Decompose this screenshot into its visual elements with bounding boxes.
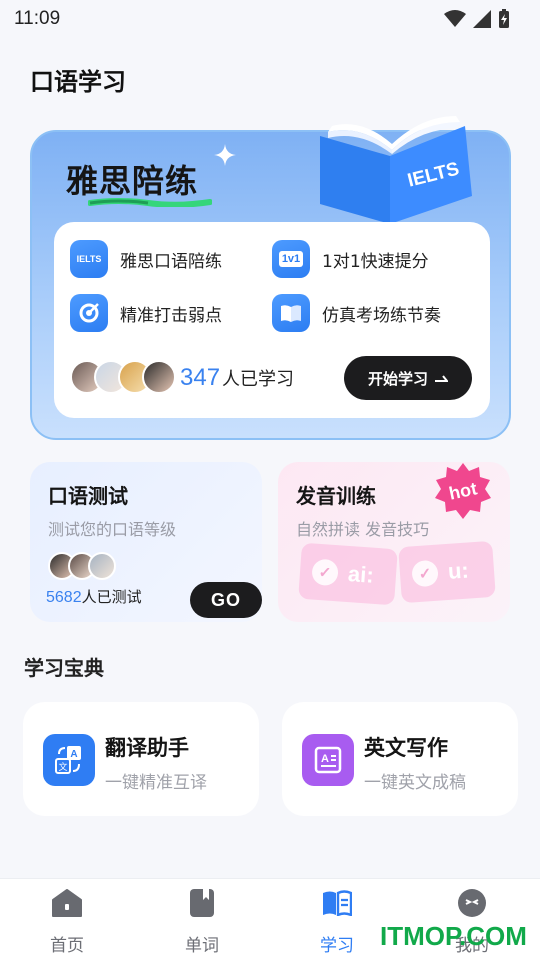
status-time: 11:09 bbox=[14, 8, 61, 29]
learned-text: 人已学习 bbox=[222, 369, 295, 390]
check-icon: ✓ bbox=[411, 559, 439, 588]
section-title: 学习宝典 bbox=[24, 656, 104, 680]
tool-title: 英文写作 bbox=[364, 736, 448, 760]
feature-label: 仿真考场练节奏 bbox=[322, 305, 441, 326]
nav-label: 学习 bbox=[320, 936, 354, 956]
feature-mock-exam: 仿真考场练节奏 bbox=[272, 294, 441, 332]
oral-test-subtitle: 测试您的口语等级 bbox=[48, 520, 177, 539]
sparkle-icon bbox=[214, 144, 236, 166]
ielts-icon: IELTS bbox=[70, 240, 108, 278]
nav-item-words[interactable]: 单词 bbox=[162, 887, 242, 956]
profile-icon bbox=[456, 887, 488, 919]
one-on-one-icon-text: 1v1 bbox=[278, 251, 304, 267]
wifi-icon bbox=[444, 10, 466, 27]
phoneme-label: u: bbox=[447, 557, 470, 584]
one-on-one-icon: 1v1 bbox=[272, 240, 310, 278]
hero-title: 雅思陪练 bbox=[66, 162, 199, 200]
phoneme-card: ✓ u: bbox=[398, 540, 496, 604]
phoneme-label: ai: bbox=[347, 561, 375, 588]
site-watermark: ITMOP.COM bbox=[380, 921, 527, 951]
ielts-book-illustration: IELTS bbox=[320, 116, 472, 224]
status-bar: 11:09 bbox=[0, 0, 540, 38]
start-learning-label: 开始学习 bbox=[367, 369, 428, 388]
signal-icon bbox=[473, 10, 491, 28]
arrow-icon bbox=[435, 375, 448, 382]
feature-one-on-one: 1v1 1对1快速提分 bbox=[272, 240, 429, 278]
feature-label: 1对1快速提分 bbox=[322, 251, 429, 272]
home-icon bbox=[51, 887, 83, 919]
translate-assistant-card[interactable]: A 文 翻译助手 一键精准互译 bbox=[23, 702, 259, 816]
feature-ielts-practice: IELTS 雅思口语陪练 bbox=[70, 240, 222, 278]
pronunciation-title: 发音训练 bbox=[296, 484, 376, 508]
phoneme-card: ✓ ai: bbox=[298, 542, 398, 606]
writing-icon: A bbox=[302, 734, 354, 786]
page-title: 口语学习 bbox=[30, 68, 126, 96]
svg-text:A: A bbox=[70, 749, 77, 760]
ielts-practice-card[interactable]: 雅思陪练 IELTS IELTS 雅思口语陪练 1v1 1对1快速提分 精准打击… bbox=[30, 116, 511, 440]
check-icon: ✓ bbox=[311, 558, 339, 587]
feature-label: 雅思口语陪练 bbox=[120, 251, 222, 272]
tested-text: 人已测试 bbox=[81, 588, 142, 606]
book-icon bbox=[272, 294, 310, 332]
svg-text:A: A bbox=[321, 753, 329, 765]
notebook-icon bbox=[186, 887, 218, 919]
status-icons bbox=[444, 9, 510, 29]
nav-item-home[interactable]: 首页 bbox=[27, 887, 107, 956]
english-writing-card[interactable]: A 英文写作 一键英文成稿 bbox=[282, 702, 518, 816]
hot-badge: hot bbox=[435, 463, 491, 519]
learner-avatars bbox=[70, 360, 176, 394]
nav-item-study[interactable]: 学习 bbox=[297, 887, 377, 956]
go-button[interactable]: GO bbox=[190, 582, 262, 618]
feature-target-weakness: 精准打击弱点 bbox=[70, 294, 222, 332]
hero-inner-panel: IELTS 雅思口语陪练 1v1 1对1快速提分 精准打击弱点 仿真考场练节奏 bbox=[54, 222, 490, 418]
learned-counter: 347 人已学习 bbox=[180, 364, 294, 392]
avatar bbox=[142, 360, 176, 394]
nav-label: 首页 bbox=[50, 936, 84, 956]
avatar bbox=[88, 552, 116, 580]
tester-avatars bbox=[48, 552, 116, 580]
battery-icon bbox=[499, 9, 509, 28]
start-learning-button[interactable]: 开始学习 bbox=[344, 356, 472, 400]
title-underline-decoration bbox=[88, 198, 212, 207]
target-icon bbox=[70, 294, 108, 332]
tool-subtitle: 一键英文成稿 bbox=[364, 773, 466, 793]
nav-label: 单词 bbox=[185, 936, 219, 956]
tool-title: 翻译助手 bbox=[105, 736, 189, 760]
study-book-icon bbox=[321, 887, 353, 919]
tool-subtitle: 一键精准互译 bbox=[105, 773, 207, 793]
translate-icon: A 文 bbox=[43, 734, 95, 786]
pronunciation-subtitle: 自然拼读 发音技巧 bbox=[296, 520, 430, 539]
svg-text:文: 文 bbox=[58, 761, 67, 773]
tested-count: 5682 bbox=[46, 589, 82, 606]
learned-count: 347 bbox=[180, 364, 221, 391]
oral-test-title: 口语测试 bbox=[48, 484, 128, 508]
tested-counter: 5682 人已测试 bbox=[46, 586, 142, 607]
feature-label: 精准打击弱点 bbox=[120, 305, 222, 326]
